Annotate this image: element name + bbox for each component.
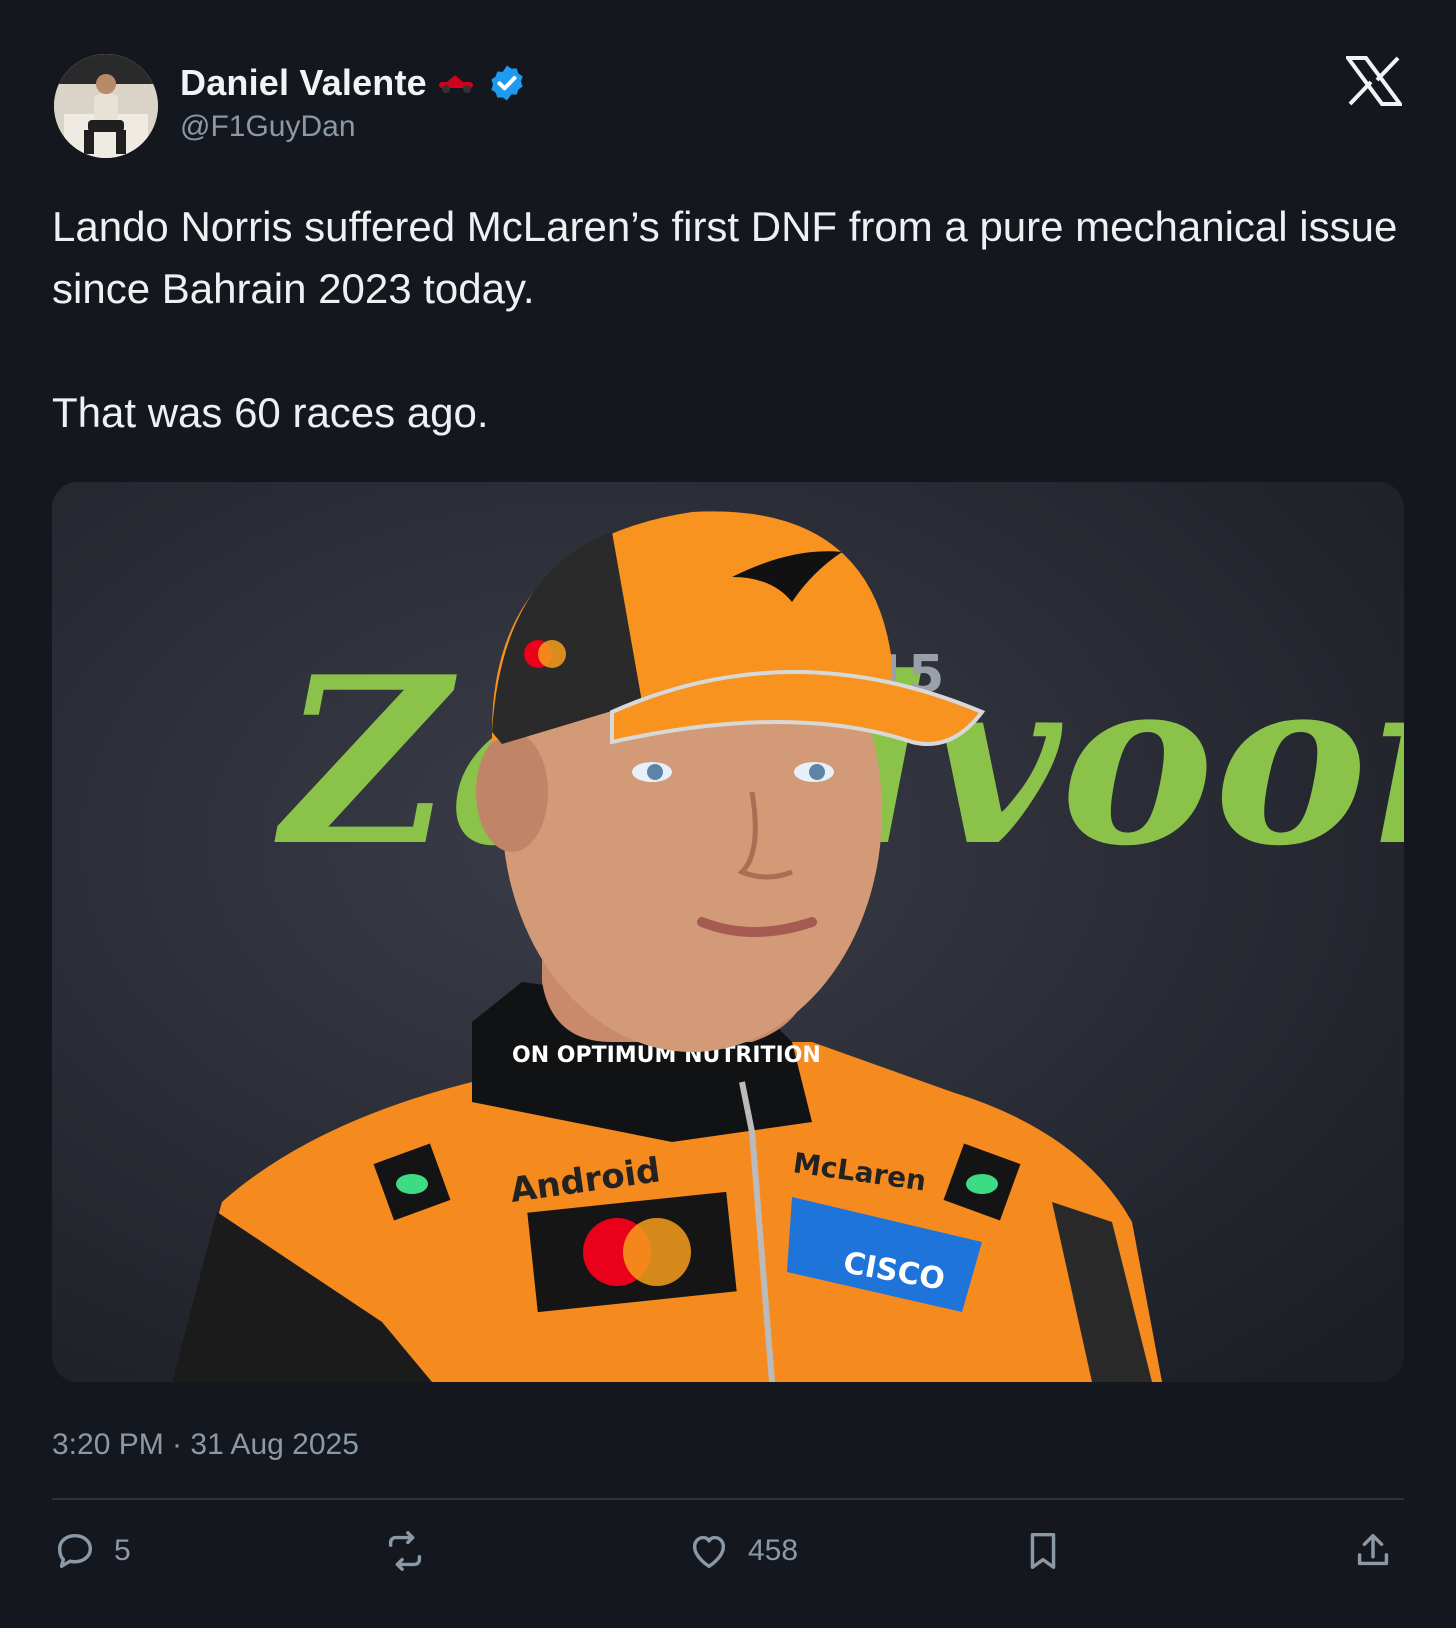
race-car-icon: [438, 75, 473, 93]
share-button[interactable]: [1350, 1528, 1396, 1574]
tweet-media-photo[interactable]: Zandvoort 15 ON OPTIMUM NUTRITION And: [52, 482, 1404, 1382]
like-button[interactable]: 458: [686, 1528, 798, 1574]
tweet-action-bar: 5 458: [52, 1528, 1404, 1580]
repost-button[interactable]: [382, 1528, 444, 1574]
tweet-text: Lando Norris suffered McLaren’s first DN…: [52, 196, 1412, 444]
verified-badge-icon: [491, 65, 523, 101]
tweet-paragraph: That was 60 races ago.: [52, 389, 489, 436]
avatar-photo: [54, 54, 158, 158]
share-icon: [1357, 1533, 1389, 1566]
reply-icon: [57, 1533, 93, 1569]
bookmark-icon: [1030, 1532, 1056, 1570]
mastercard-logo: [527, 1191, 737, 1313]
reply-count: 5: [114, 1534, 131, 1567]
driver-portrait-image: Zandvoort 15 ON OPTIMUM NUTRITION And: [52, 482, 1404, 1382]
tweet-timestamp[interactable]: 3:20 PM · 31 Aug 2025: [52, 1428, 359, 1462]
author-avatar[interactable]: [54, 54, 158, 158]
tweet-paragraph: Lando Norris suffered McLaren’s first DN…: [52, 203, 1398, 312]
author-name-row[interactable]: Daniel Valente: [180, 62, 527, 104]
repost-icon: [388, 1531, 422, 1571]
divider: [52, 1498, 1404, 1500]
x-logo-icon[interactable]: [1346, 56, 1402, 106]
bookmark-button[interactable]: [1020, 1528, 1066, 1574]
heart-icon: [692, 1535, 726, 1569]
like-count: 458: [748, 1534, 799, 1567]
author-handle[interactable]: @F1GuyDan: [180, 110, 356, 144]
reply-button[interactable]: 5: [52, 1528, 131, 1574]
author-name[interactable]: Daniel Valente: [180, 62, 427, 104]
